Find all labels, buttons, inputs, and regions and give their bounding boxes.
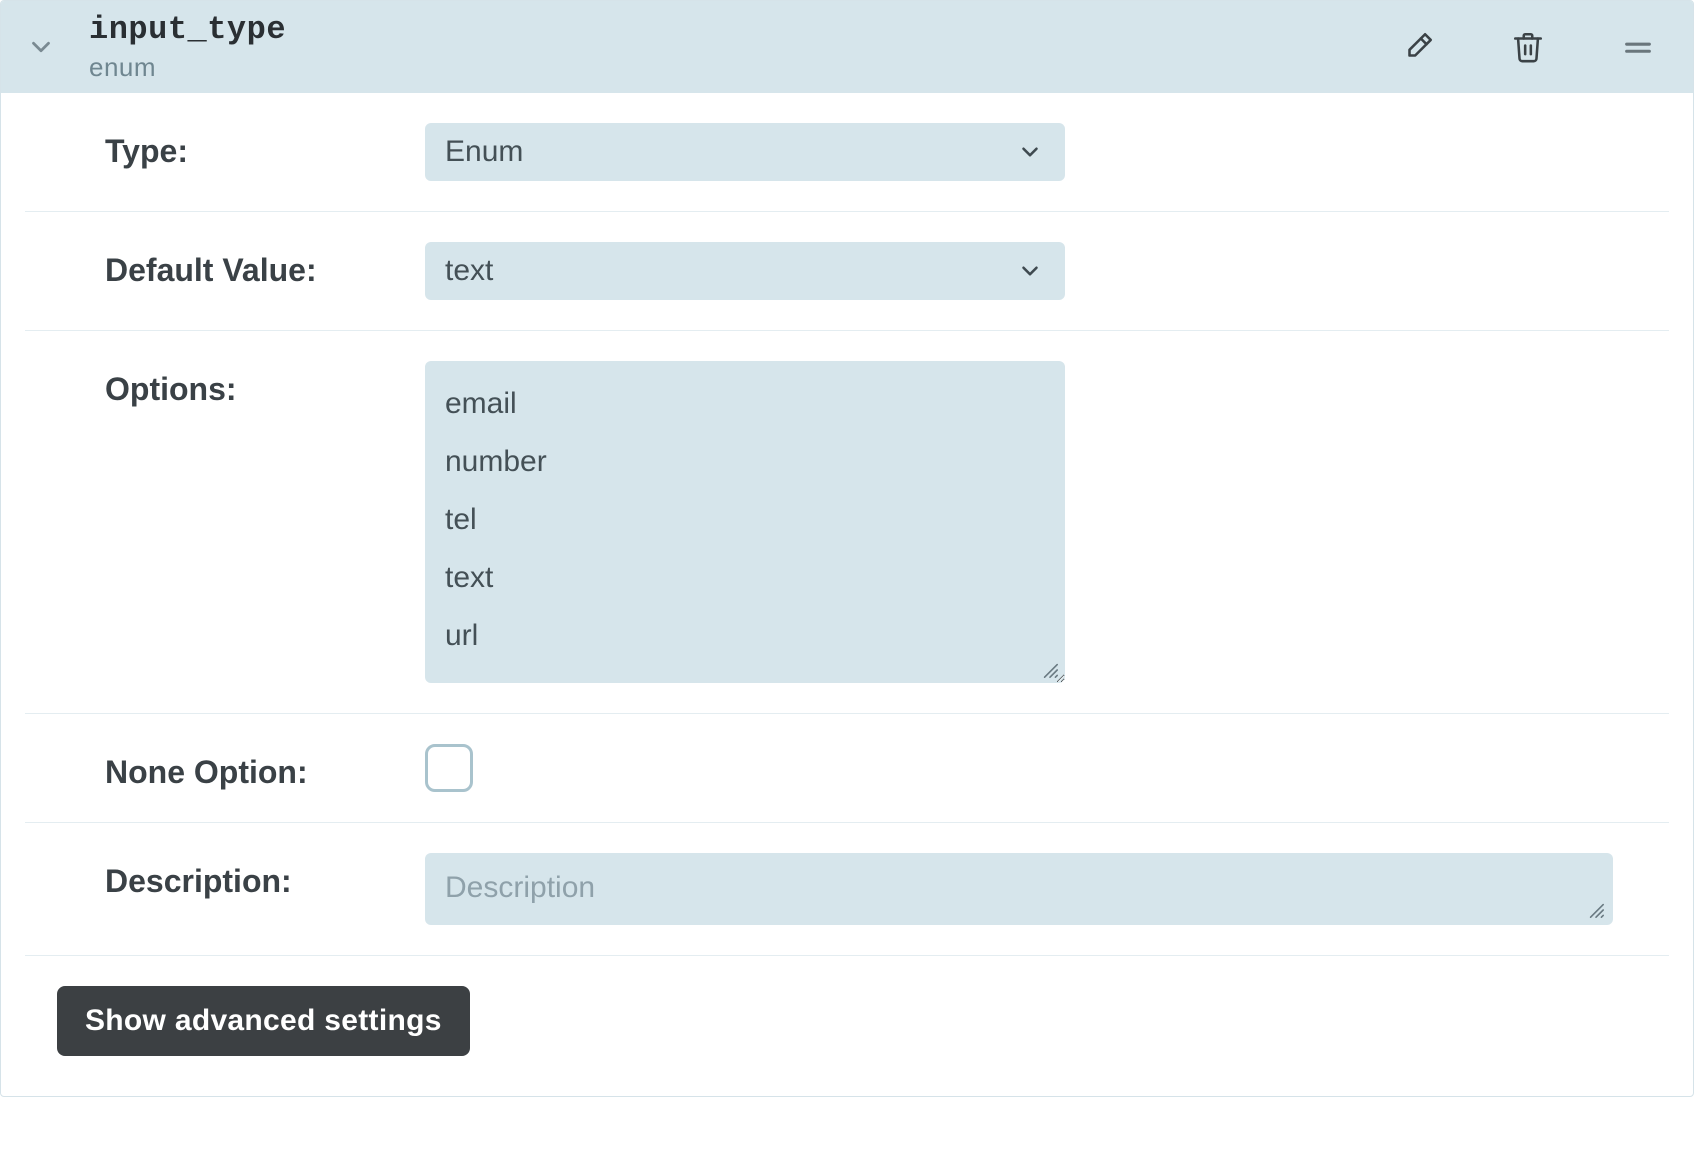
- field-header: input_type enum: [1, 1, 1693, 93]
- drag-lines-icon: [1621, 30, 1655, 64]
- label-none-option: None Option:: [105, 744, 425, 791]
- default-value-select-value: text: [445, 254, 493, 288]
- row-none-option: None Option:: [25, 714, 1669, 823]
- field-editor-panel: input_type enum Type: Enum: [0, 0, 1694, 1097]
- type-select[interactable]: Enum: [425, 123, 1065, 181]
- trash-icon: [1511, 30, 1545, 64]
- label-default-value: Default Value:: [105, 242, 425, 289]
- option-item[interactable]: number: [445, 433, 1045, 491]
- row-options: Options: email number tel text url: [25, 331, 1669, 714]
- field-subtitle: enum: [89, 52, 286, 83]
- label-options: Options:: [105, 361, 425, 408]
- default-value-select[interactable]: text: [425, 242, 1065, 300]
- chevron-down-icon: [1017, 258, 1043, 284]
- option-item[interactable]: tel: [445, 491, 1045, 549]
- chevron-down-icon: [26, 32, 56, 62]
- row-description: Description:: [25, 823, 1669, 956]
- field-name: input_type: [89, 11, 286, 48]
- row-default-value: Default Value: text: [25, 212, 1669, 331]
- none-option-checkbox[interactable]: [425, 744, 473, 792]
- field-body: Type: Enum Default Value: text: [1, 93, 1693, 1096]
- delete-button[interactable]: [1501, 20, 1555, 74]
- label-description: Description:: [105, 853, 425, 900]
- type-select-value: Enum: [445, 135, 523, 169]
- drag-handle[interactable]: [1611, 20, 1665, 74]
- description-input[interactable]: [425, 853, 1613, 925]
- show-advanced-label: Show advanced settings: [85, 1004, 442, 1038]
- field-title-block: input_type enum: [89, 11, 286, 83]
- option-item[interactable]: text: [445, 549, 1045, 607]
- option-item[interactable]: email: [445, 375, 1045, 433]
- collapse-toggle[interactable]: [21, 27, 61, 67]
- option-item[interactable]: url: [445, 607, 1045, 665]
- edit-button[interactable]: [1391, 20, 1445, 74]
- row-type: Type: Enum: [25, 93, 1669, 212]
- show-advanced-button[interactable]: Show advanced settings: [57, 986, 470, 1056]
- resize-grip-icon: [1587, 901, 1605, 919]
- options-list[interactable]: email number tel text url: [425, 361, 1065, 683]
- chevron-down-icon: [1017, 139, 1043, 165]
- label-type: Type:: [105, 123, 425, 170]
- pencil-icon: [1401, 30, 1435, 64]
